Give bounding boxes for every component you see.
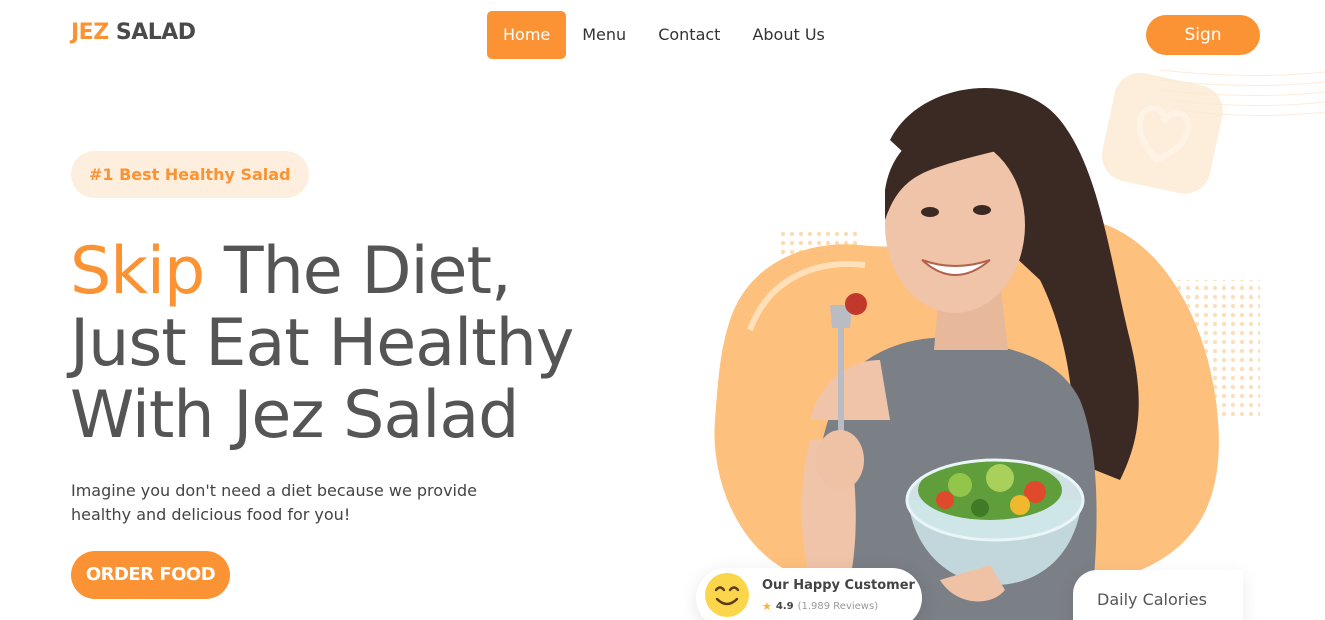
hero-illustration <box>714 69 1325 620</box>
customer-rating: ★ 4.9 (1.989 Reviews) <box>762 600 878 613</box>
headline-line-2: Just Eat Healthy <box>70 306 574 381</box>
logo[interactable]: JEZ SALAD <box>71 20 196 45</box>
headline-line-3: With Jez Salad <box>70 378 519 453</box>
star-icon: ★ <box>762 600 772 613</box>
customer-card-title: Our Happy Customer <box>762 578 915 593</box>
happy-customer-card: Our Happy Customer ★ 4.9 (1.989 Reviews) <box>696 568 922 620</box>
nav-home[interactable]: Home <box>487 11 567 59</box>
headline-line-1-rest: The Diet, <box>204 234 512 309</box>
nav-menu[interactable]: Menu <box>566 11 642 59</box>
smiley-face-icon <box>705 573 749 617</box>
logo-part-1: JEZ <box>71 20 109 45</box>
hero-headline: Skip The Diet, Just Eat Healthy With Jez… <box>70 236 574 453</box>
order-food-button[interactable]: ORDER FOOD <box>71 551 230 599</box>
hero-subtext: Imagine you don't need a diet because we… <box>71 479 501 527</box>
heart-tile-icon <box>1101 72 1223 194</box>
best-salad-badge: #1 Best Healthy Salad <box>71 151 309 198</box>
rating-score: 4.9 <box>775 601 794 612</box>
subtext-line-1: Imagine you don't need a diet because we… <box>71 481 477 500</box>
review-count: (1.989 Reviews) <box>797 601 879 612</box>
main-nav: Home Menu Contact About Us <box>487 11 841 59</box>
sign-button[interactable]: Sign <box>1146 15 1260 55</box>
logo-part-2: SALAD <box>115 20 196 45</box>
headline-line-1: Skip The Diet, <box>70 236 573 308</box>
daily-calories-label: Daily Calories <box>1097 590 1207 609</box>
daily-calories-card: Daily Calories <box>1073 570 1243 620</box>
nav-contact[interactable]: Contact <box>642 11 736 59</box>
subtext-line-2: healthy and delicious food for you! <box>71 505 351 524</box>
nav-about-us[interactable]: About Us <box>736 11 840 59</box>
headline-accent: Skip <box>70 234 205 309</box>
